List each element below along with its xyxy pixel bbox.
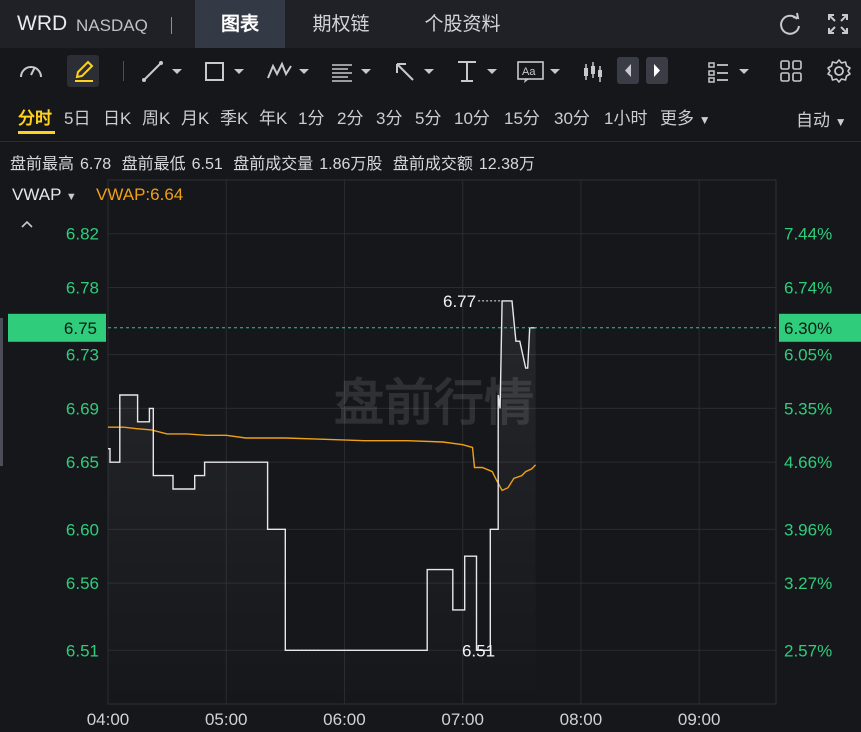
vwap-value: VWAP:6.64 <box>96 185 184 204</box>
y-tick-label-pct: 5.35% <box>784 399 832 418</box>
x-tick-label: 08:00 <box>560 710 603 729</box>
y-axis-right: 7.44% 6.74% 6.05% 5.35% 4.66% 3.96% 3.27% 2.57% <box>784 225 832 661</box>
chevron-down-icon: ▼ <box>65 191 77 203</box>
left-scroll-rail[interactable] <box>0 318 3 466</box>
y-tick-label-pct: 3.96% <box>784 520 832 539</box>
y-axis-left: 6.82 6.78 6.73 6.69 6.65 6.60 6.56 6.51 <box>66 225 99 661</box>
indicator-selector[interactable]: VWAP ▼ <box>12 185 77 205</box>
y-tick-label: 6.65 <box>66 453 99 472</box>
current-price-marker: 6.75 6.30% <box>8 313 861 342</box>
y-tick-label-pct: 6.05% <box>784 346 832 365</box>
y-tick-label: 6.51 <box>66 641 99 660</box>
x-tick-label: 07:00 <box>441 710 484 729</box>
indicator-name: VWAP <box>12 185 62 204</box>
y-tick-label-pct: 6.74% <box>784 278 832 297</box>
y-tick-label: 6.60 <box>66 520 99 539</box>
y-tick-label: 6.78 <box>66 278 99 297</box>
low-label: 6.51 <box>462 641 495 660</box>
x-axis: 04:00 05:00 06:00 07:00 08:00 09:00 <box>87 710 721 729</box>
current-price-value: 6.75 <box>64 319 97 338</box>
y-tick-label-pct: 3.27% <box>784 574 832 593</box>
y-tick-label: 6.82 <box>66 225 99 244</box>
y-tick-label-pct: 4.66% <box>784 453 832 472</box>
y-tick-label: 6.56 <box>66 574 99 593</box>
y-tick-label: 6.73 <box>66 346 99 365</box>
x-tick-label: 05:00 <box>205 710 248 729</box>
y-tick-label-pct: 7.44% <box>784 225 832 244</box>
current-change-value: 6.30% <box>784 319 832 338</box>
high-label: 6.77 <box>443 292 476 311</box>
x-tick-label: 06:00 <box>323 710 366 729</box>
price-chart[interactable]: 盘前行情 6.826.786.736.696.656.606.566.51 7.… <box>0 0 861 732</box>
y-tick-label: 6.69 <box>66 399 99 418</box>
x-tick-label: 09:00 <box>678 710 721 729</box>
collapse-chevron-icon[interactable] <box>20 219 34 229</box>
y-tick-label-pct: 2.57% <box>784 641 832 660</box>
x-tick-label: 04:00 <box>87 710 130 729</box>
